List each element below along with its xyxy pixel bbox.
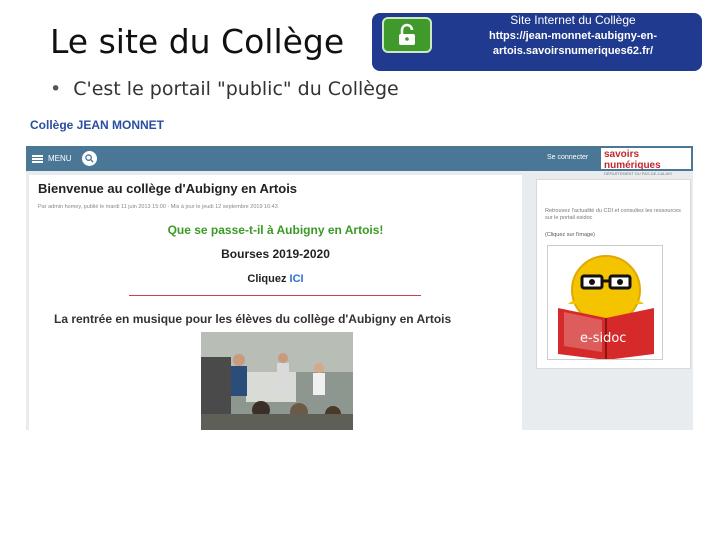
info-text: Site Internet du Collège https://jean-mo… xyxy=(444,13,702,59)
hamburger-icon xyxy=(32,154,43,163)
site-info-box: Site Internet du Collège https://jean-mo… xyxy=(372,13,702,71)
cdi-sidebar-card: Retrouvez l'actualité du CDI et consulte… xyxy=(536,179,691,369)
brand-logo[interactable]: savoirs numériques DÉPARTEMENT DU PAS-DE… xyxy=(601,148,691,176)
website-screenshot: MENU Se connecter savoirs numériques DÉP… xyxy=(26,146,693,430)
info-title: Site Internet du Collège xyxy=(510,13,636,27)
rentree-heading: La rentrée en musique pour les élèves du… xyxy=(54,312,452,326)
headline-green: Que se passe-t-il à Aubigny en Artois! xyxy=(167,223,384,237)
search-icon[interactable] xyxy=(81,151,97,166)
cdi-caption: (Cliquez sur l'image) xyxy=(545,232,595,238)
event-photo xyxy=(201,332,353,430)
article-title: Bienvenue au collège d'Aubigny en Artois xyxy=(38,181,298,196)
headline-bourses: Bourses 2019-2020 xyxy=(221,247,330,261)
esidoc-label: e-sidoc xyxy=(580,331,627,346)
navbar: MENU Se connecter savoirs numériques DÉP… xyxy=(26,146,693,176)
article-card: Bienvenue au collège d'Aubigny en Artois… xyxy=(29,175,522,430)
click-here-line: Cliquez ICI xyxy=(29,273,522,285)
menu-button[interactable]: MENU xyxy=(32,154,72,163)
login-link[interactable]: Se connecter xyxy=(547,154,588,161)
cdi-text: Retrouvez l'actualité du CDI et consulte… xyxy=(545,208,681,221)
click-here-link[interactable]: ICI xyxy=(290,273,304,285)
bullet-text: C'est le portail "public" du Collège xyxy=(73,78,399,100)
menu-label: MENU xyxy=(48,154,72,163)
slide-title: Le site du Collège xyxy=(50,22,345,61)
separator xyxy=(129,295,421,296)
open-lock-icon xyxy=(382,17,432,53)
article-byline: Par admin homey, publié le mardi 11 juin… xyxy=(38,204,278,210)
click-prefix: Cliquez xyxy=(247,273,290,285)
bullet-item: • C'est le portail "public" du Collège xyxy=(50,78,399,100)
brand-name: savoirs numériques xyxy=(604,149,661,171)
esidoc-image-link[interactable]: e-sidoc xyxy=(547,245,663,360)
site-url-link[interactable]: https://jean-monnet-aubigny-en-artois.sa… xyxy=(444,29,702,59)
bullet-dot: • xyxy=(50,78,62,100)
college-name: Collège JEAN MONNET xyxy=(30,118,165,132)
brand-subtitle: DÉPARTEMENT DU PAS-DE-CALAIS xyxy=(604,171,672,176)
